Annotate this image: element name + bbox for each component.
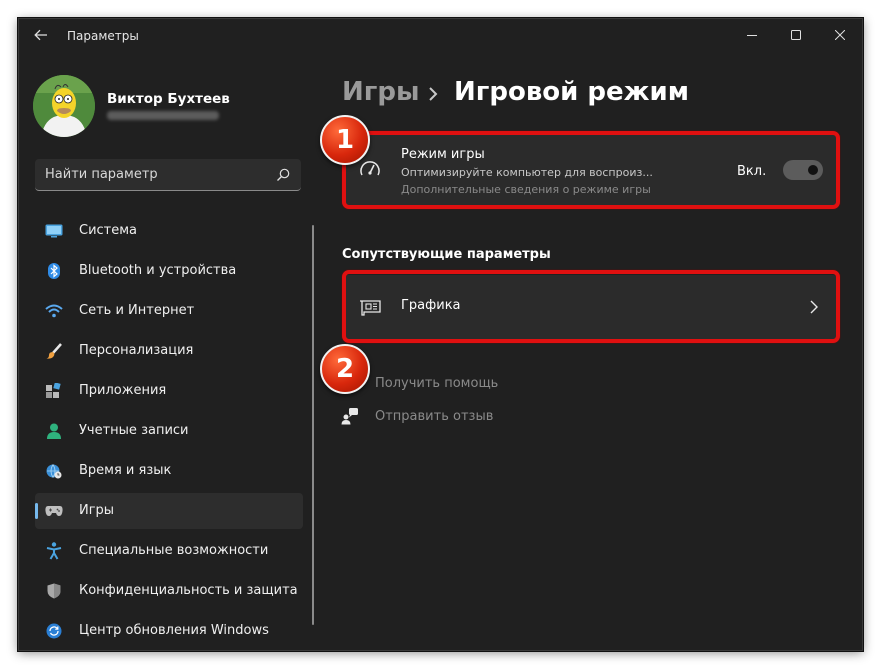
monitor-icon: [45, 223, 63, 239]
maximize-button[interactable]: [774, 19, 818, 51]
settings-window: Параметры Виктор Бухтеев Найти параметр …: [18, 18, 863, 651]
minimize-button[interactable]: [730, 19, 774, 51]
user-email-redacted: [107, 111, 219, 120]
search-input[interactable]: [35, 159, 265, 190]
sidebar-item-network[interactable]: Сеть и Интернет: [35, 293, 303, 329]
sidebar-item-privacy[interactable]: Конфиденциальность и защита: [35, 573, 303, 609]
sidebar-item-time-language[interactable]: Время и язык: [35, 453, 303, 489]
gamepad-icon: [45, 503, 63, 519]
sidebar-nav: Система Bluetooth и устройства Сеть и Ин…: [35, 213, 303, 650]
selection-indicator: [35, 503, 38, 519]
brush-icon: [45, 343, 63, 359]
chevron-right-icon: [429, 87, 438, 101]
annotation-highlight-game-mode: [342, 131, 840, 209]
page-title: Игровой режим: [454, 77, 689, 107]
sidebar-item-bluetooth[interactable]: Bluetooth и устройства: [35, 253, 303, 289]
sidebar-item-accounts[interactable]: Учетные записи: [35, 413, 303, 449]
back-arrow-icon: [34, 29, 47, 41]
close-button[interactable]: [818, 19, 862, 51]
sidebar-scrollbar[interactable]: [312, 225, 314, 625]
breadcrumb: Игры Игровой режим: [342, 77, 689, 107]
related-settings-heading: Сопутствующие параметры: [342, 247, 551, 262]
back-button[interactable]: [29, 25, 53, 45]
annotation-badge-1: 1: [320, 115, 370, 165]
bluetooth-icon: [45, 263, 63, 279]
globe-clock-icon: [45, 463, 63, 479]
feedback-icon: [341, 407, 359, 425]
update-icon: [45, 623, 63, 639]
app-title: Параметры: [67, 29, 139, 43]
accessibility-icon: [45, 542, 63, 560]
sidebar-item-windows-update[interactable]: Центр обновления Windows: [35, 613, 303, 649]
wifi-icon: [45, 303, 63, 319]
annotation-badge-2: 2: [320, 344, 370, 394]
sidebar-item-accessibility[interactable]: Специальные возможности: [35, 533, 303, 569]
search-icon[interactable]: [275, 167, 291, 183]
send-feedback-link[interactable]: Отправить отзыв: [341, 405, 493, 427]
annotation-highlight-graphics: [342, 270, 840, 343]
apps-icon: [45, 383, 63, 399]
sidebar-item-apps[interactable]: Приложения: [35, 373, 303, 409]
minimize-icon: [747, 35, 757, 36]
sidebar-item-system[interactable]: Система: [35, 213, 303, 249]
search-box[interactable]: [35, 159, 301, 191]
user-name: Виктор Бухтеев: [107, 91, 230, 107]
avatar-image: [33, 75, 95, 137]
avatar[interactable]: [33, 75, 95, 137]
close-icon: [835, 30, 845, 40]
shield-icon: [45, 583, 63, 599]
person-icon: [45, 423, 63, 439]
sidebar-item-personalization[interactable]: Персонализация: [35, 333, 303, 369]
sidebar-item-gaming[interactable]: Игры: [35, 493, 303, 529]
breadcrumb-parent[interactable]: Игры: [342, 77, 419, 107]
maximize-icon: [791, 30, 801, 40]
title-bar: Параметры: [19, 19, 862, 51]
